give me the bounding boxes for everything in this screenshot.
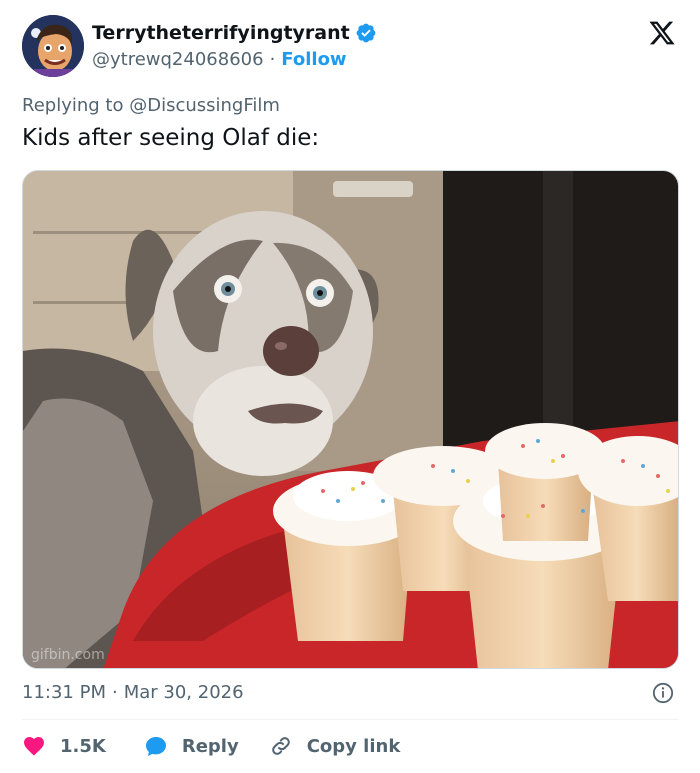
tweet-text: Kids after seeing Olaf die: xyxy=(22,125,320,151)
heart-icon xyxy=(24,737,44,756)
tweet-media-gif[interactable]: gifbin.com xyxy=(22,170,679,669)
author-handle[interactable]: @ytrewq24068606 xyxy=(92,49,264,70)
divider xyxy=(22,719,679,720)
author-name[interactable]: Terrytheterrifyingtyrant xyxy=(92,22,377,44)
replying-mention-link[interactable]: @DiscussingFilm xyxy=(129,95,280,116)
tweet-timestamp[interactable]: 11:31 PM · Mar 30, 2026 xyxy=(22,682,244,703)
copy-link-label: Copy link xyxy=(306,735,401,757)
verified-badge-icon xyxy=(355,22,377,44)
like-count: 1.5K xyxy=(60,735,106,757)
info-icon[interactable] xyxy=(652,682,674,704)
reply-label: Reply xyxy=(181,735,239,757)
author-handle-row: @ytrewq24068606 · Follow xyxy=(92,49,347,70)
avatar[interactable] xyxy=(22,15,84,77)
x-logo-icon[interactable] xyxy=(647,19,677,47)
timestamp-separator: · xyxy=(111,682,118,703)
separator-dot: · xyxy=(269,49,276,70)
replying-prefix: Replying to xyxy=(22,95,130,116)
replying-to: Replying to @DiscussingFilm xyxy=(22,95,280,116)
display-name[interactable]: Terrytheterrifyingtyrant xyxy=(92,22,350,44)
media-watermark: gifbin.com xyxy=(31,647,105,663)
tweet-date[interactable]: Mar 30, 2026 xyxy=(124,682,244,703)
reply-button[interactable]: Reply xyxy=(144,734,239,758)
action-bar: 1.5K Reply Copy link xyxy=(22,732,400,760)
follow-button[interactable]: Follow xyxy=(281,49,346,70)
like-button[interactable]: 1.5K xyxy=(22,734,106,758)
tweet-time[interactable]: 11:31 PM xyxy=(22,682,106,703)
copy-link-button[interactable]: Copy link xyxy=(269,734,401,758)
link-icon xyxy=(271,737,290,755)
reply-bubble-icon xyxy=(145,737,166,756)
